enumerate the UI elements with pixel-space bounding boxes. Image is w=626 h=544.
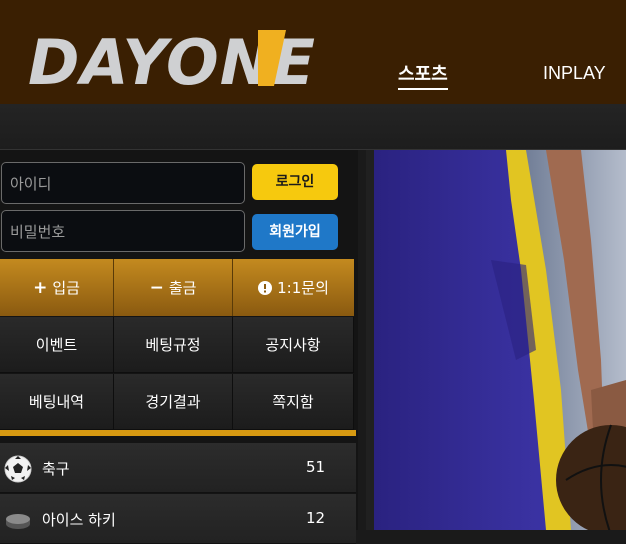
- join-button[interactable]: 회원가입: [252, 214, 338, 250]
- login-button[interactable]: 로그인: [252, 164, 338, 200]
- account-actions-row: + 입금 − 출금 1:1문의: [0, 259, 354, 316]
- menu-betting-rules[interactable]: 베팅규정: [114, 317, 233, 373]
- sport-name: 축구: [42, 460, 70, 478]
- sub-navigation-bar: [0, 104, 626, 150]
- menu-notice[interactable]: 공지사항: [233, 317, 354, 373]
- inquiry-button[interactable]: 1:1문의: [233, 259, 354, 316]
- menu-messages[interactable]: 쪽지함: [233, 374, 354, 430]
- sport-name: 아이스 하키: [42, 511, 116, 529]
- nav-sports[interactable]: 스포츠: [398, 60, 448, 90]
- hero-banner-image: [366, 150, 626, 530]
- password-input[interactable]: 비밀번호: [1, 210, 245, 252]
- withdraw-label: 출금: [168, 279, 197, 297]
- soccer-ball-icon: [4, 455, 32, 483]
- id-input[interactable]: 아이디: [1, 162, 245, 204]
- plus-icon: +: [33, 277, 48, 298]
- sport-count: 12: [306, 509, 326, 527]
- menu-event[interactable]: 이벤트: [0, 317, 114, 373]
- gold-divider: [0, 430, 356, 436]
- sport-count: 51: [306, 458, 326, 476]
- sport-row-soccer[interactable]: 축구 51: [0, 443, 356, 493]
- menu-betting-history[interactable]: 베팅내역: [0, 374, 114, 430]
- nav-inplay[interactable]: INPLAY: [543, 63, 606, 84]
- menu-row-1: 이벤트 베팅규정 공지사항: [0, 317, 354, 373]
- info-icon: [258, 280, 273, 295]
- withdraw-button[interactable]: − 출금: [114, 259, 233, 316]
- basketball-player-illustration: [366, 150, 626, 530]
- minus-icon: −: [149, 277, 164, 298]
- menu-row-2: 베팅내역 경기결과 쪽지함: [0, 374, 354, 430]
- deposit-button[interactable]: + 입금: [0, 259, 114, 316]
- inquiry-label: 1:1문의: [277, 279, 329, 297]
- menu-game-results[interactable]: 경기결과: [114, 374, 233, 430]
- site-header: DAYONE 스포츠 INPLAY: [0, 0, 626, 104]
- deposit-label: 입금: [52, 279, 80, 297]
- sport-row-ice-hockey[interactable]: 아이스 하키 12: [0, 494, 356, 544]
- site-logo[interactable]: DAYONE: [26, 22, 348, 92]
